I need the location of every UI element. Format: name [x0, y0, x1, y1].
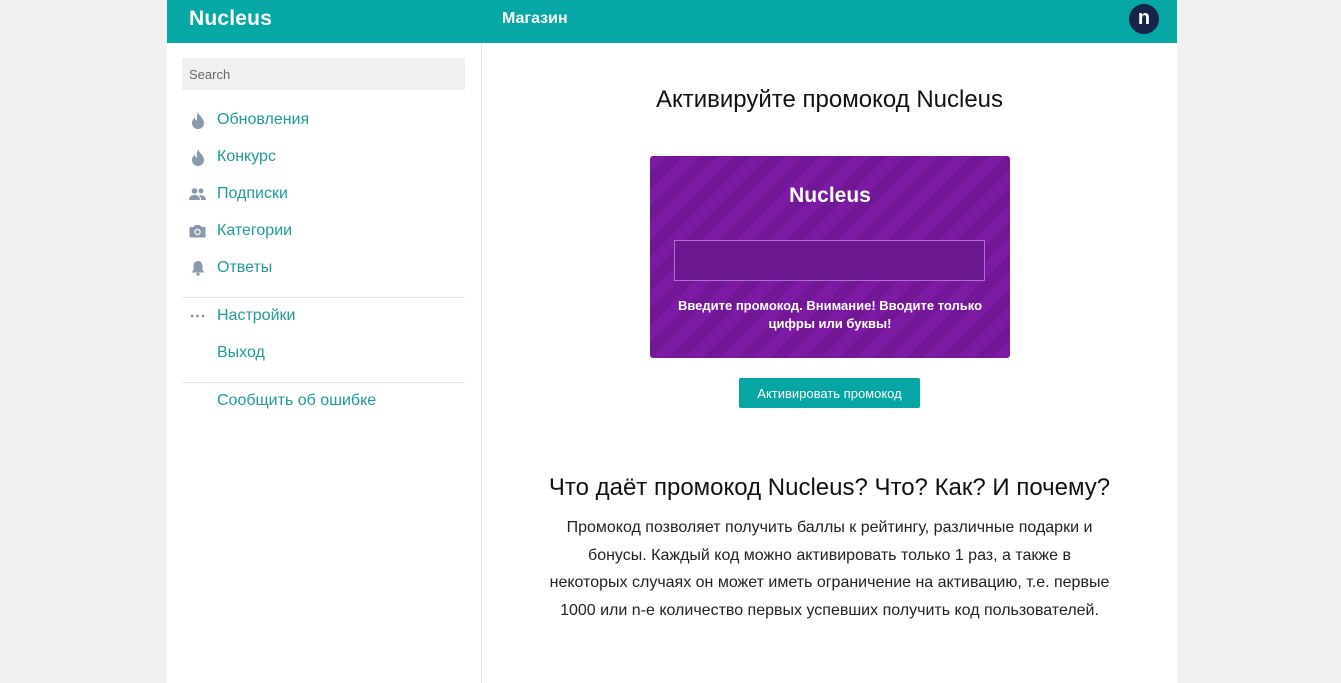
sidebar-item-label: Сообщить об ошибке	[217, 392, 377, 409]
sidebar-divider	[182, 297, 465, 298]
page-frame: Nucleus Магазин n Обновления Конкурс Под…	[167, 0, 1177, 683]
sidebar-item-contest[interactable]: Конкурс	[189, 145, 276, 169]
sidebar: Обновления Конкурс Подписки Категории От	[167, 43, 482, 683]
sidebar-item-label: Настройки	[217, 307, 296, 324]
nav-shop-link[interactable]: Магазин	[502, 10, 568, 28]
info-paragraph: Промокод позволяет получить баллы к рейт…	[549, 519, 1110, 619]
search-input[interactable]	[182, 58, 465, 90]
sidebar-item-report-bug[interactable]: Сообщить об ошибке	[217, 389, 376, 413]
flame-icon	[189, 148, 206, 166]
promo-card: Nucleus Введите промокод. Внимание! Ввод…	[650, 156, 1010, 358]
page-title: Активируйте промокод Nucleus	[655, 86, 1004, 113]
people-icon	[189, 186, 206, 203]
sidebar-item-label: Обновления	[217, 111, 310, 128]
info-heading: Что даёт промокод Nucleus? Что? Как? И п…	[548, 474, 1111, 501]
sidebar-item-label: Ответы	[217, 259, 273, 276]
sidebar-item-answers[interactable]: Ответы	[189, 256, 272, 280]
camera-icon	[189, 223, 206, 240]
activate-promo-button[interactable]: Активировать промокод	[739, 378, 920, 408]
brand-logo[interactable]: Nucleus	[189, 7, 272, 31]
bell-icon	[189, 260, 206, 277]
sidebar-item-updates[interactable]: Обновления	[189, 108, 309, 132]
sidebar-item-subscriptions[interactable]: Подписки	[189, 182, 288, 206]
more-dots-icon	[189, 308, 206, 325]
promo-code-input[interactable]	[674, 240, 985, 281]
user-avatar[interactable]: n	[1129, 4, 1159, 34]
promo-card-title: Nucleus	[789, 184, 871, 207]
sidebar-item-label: Выход	[217, 344, 265, 361]
sidebar-item-label: Категории	[217, 222, 293, 239]
sidebar-item-settings[interactable]: Настройки	[189, 304, 295, 328]
sidebar-divider	[182, 382, 465, 383]
sidebar-item-label: Конкурс	[217, 148, 276, 165]
flame-icon	[189, 111, 206, 129]
sidebar-item-label: Подписки	[217, 185, 288, 202]
sidebar-item-logout[interactable]: Выход	[217, 341, 265, 365]
top-navbar: Nucleus Магазин n	[167, 0, 1177, 43]
sidebar-item-categories[interactable]: Категории	[189, 219, 292, 243]
promo-hint-text: Введите промокод. Внимание! Вводите толь…	[677, 298, 983, 331]
